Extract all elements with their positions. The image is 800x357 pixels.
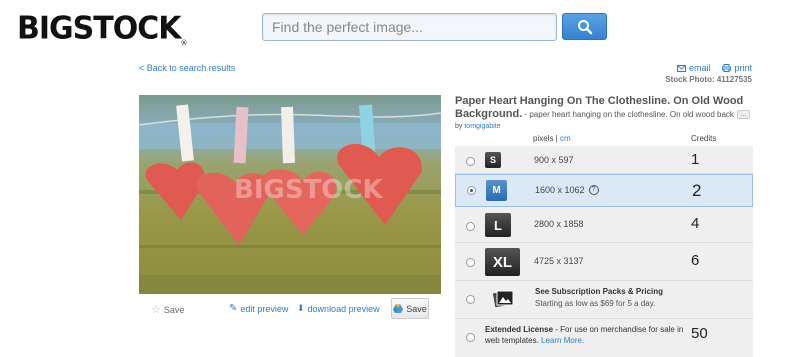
image-description: - paper heart hanging on the clothesline… xyxy=(522,110,734,119)
save-label: Save xyxy=(163,304,185,315)
logo-text: BIGSTOCK xyxy=(17,10,181,47)
size-row-l[interactable]: L 2800 x 1858 4 xyxy=(455,207,753,243)
lightbox-save-button[interactable]: ☆ Save xyxy=(151,303,184,316)
photo-watermark: BIGSTOCK xyxy=(234,175,383,205)
size-radio[interactable] xyxy=(466,157,475,166)
help-icon[interactable]: ? xyxy=(588,185,599,195)
size-credits: 1 xyxy=(691,151,700,168)
size-badge: M xyxy=(486,180,507,201)
cm-unit[interactable]: cm xyxy=(560,134,571,143)
by-label: by xyxy=(455,123,463,130)
search-icon xyxy=(577,19,592,34)
edit-preview-label: edit preview xyxy=(240,303,289,314)
size-row-s[interactable]: S 900 x 597 1 xyxy=(455,146,753,174)
size-dimensions: 4725 x 3137 xyxy=(534,256,584,266)
stock-photo-id: Stock Photo: 41127535 xyxy=(665,75,752,84)
drive-icon xyxy=(393,304,404,313)
size-radio[interactable] xyxy=(466,222,475,231)
email-label: email xyxy=(688,63,711,73)
size-row-xl[interactable]: XL 4725 x 3137 6 xyxy=(455,243,753,281)
registered-mark: ® xyxy=(180,38,188,47)
size-credits: 6 xyxy=(691,252,700,269)
download-preview-link[interactable]: ⬇ download preview xyxy=(297,303,380,314)
star-icon: ☆ xyxy=(151,304,161,316)
size-dimensions: 900 x 597 xyxy=(534,155,574,165)
size-badge: L xyxy=(485,213,511,237)
dims-text: 1600 x 1062 xyxy=(535,185,585,195)
drive-save-label: Save xyxy=(406,303,427,314)
learn-more-link[interactable]: Learn More. xyxy=(541,336,584,345)
size-credits: 2 xyxy=(692,181,702,200)
print-link[interactable]: print xyxy=(722,63,752,73)
share-actions: email print xyxy=(676,63,752,73)
envelope-icon xyxy=(676,64,686,72)
author-link[interactable]: tomgigabite xyxy=(464,123,500,130)
search-button[interactable] xyxy=(562,13,607,40)
photo-actions: ☆ Save ✎ edit preview ⬇ download preview… xyxy=(139,298,441,320)
size-radio[interactable] xyxy=(466,258,475,267)
photos-stack-icon xyxy=(493,290,514,308)
subscription-text: Starting as low as $69 for 5 a day. xyxy=(535,299,656,308)
image-title-block: Paper Heart Hanging On The Clothesline. … xyxy=(455,95,755,121)
pencil-icon: ✎ xyxy=(229,303,238,314)
size-dimensions: 1600 x 1062? xyxy=(535,185,599,195)
subscription-title[interactable]: See Subscription Packs & Pricing xyxy=(535,287,663,296)
credits-header: Credits xyxy=(691,134,717,143)
subscription-radio[interactable] xyxy=(466,295,475,304)
email-link[interactable]: email xyxy=(676,63,711,73)
extended-license-row[interactable]: Extended License - For use on merchandis… xyxy=(455,319,753,357)
subscription-row[interactable]: See Subscription Packs & Pricing Startin… xyxy=(455,281,753,319)
pricing-table: S 900 x 597 1 M 1600 x 1062? 2 L 2800 x … xyxy=(455,146,753,357)
byline: by tomgigabite xyxy=(455,123,501,130)
edit-preview-link[interactable]: ✎ edit preview xyxy=(229,303,288,314)
size-radio-selected[interactable] xyxy=(467,186,476,195)
size-row-m[interactable]: M 1600 x 1062? 2 xyxy=(455,174,753,207)
pixels-cm-toggle: pixels | cm xyxy=(533,134,571,143)
preview-photo[interactable]: BIGSTOCK xyxy=(139,95,441,294)
extended-license-label: Extended License xyxy=(485,325,554,334)
back-to-results-link[interactable]: < Back to search results xyxy=(139,63,235,73)
download-preview-label: download preview xyxy=(307,303,380,314)
size-badge: XL xyxy=(485,248,520,276)
drive-save-button[interactable]: Save xyxy=(391,298,429,319)
extended-license-text: Extended License - For use on merchandis… xyxy=(485,324,685,346)
extended-license-radio[interactable] xyxy=(466,333,475,342)
bigstock-logo[interactable]: BIGSTOCK® xyxy=(17,10,188,47)
search-input[interactable]: Find the perfect image... xyxy=(262,13,557,41)
size-dimensions: 2800 x 1858 xyxy=(534,219,584,229)
more-description-button[interactable]: … xyxy=(737,109,750,119)
download-arrow-icon: ⬇ xyxy=(297,303,305,313)
printer-icon xyxy=(722,64,732,72)
extended-license-credits: 50 xyxy=(691,325,708,342)
size-badge: S xyxy=(485,152,501,168)
pixels-unit[interactable]: pixels xyxy=(533,134,553,143)
size-credits: 4 xyxy=(691,215,700,232)
print-label: print xyxy=(734,63,752,73)
